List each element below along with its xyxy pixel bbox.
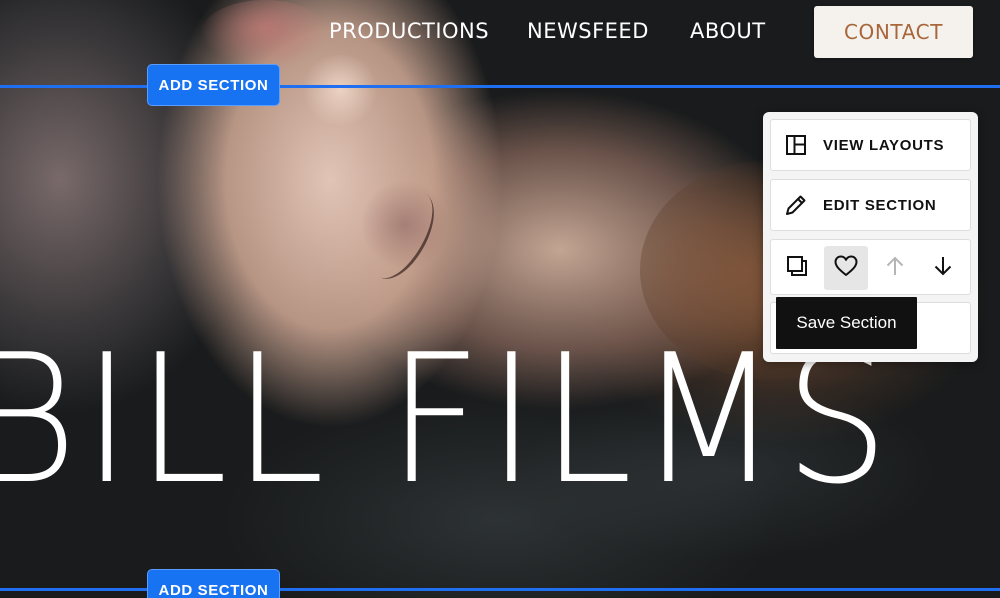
edit-section-button[interactable]: EDIT SECTION	[770, 179, 971, 231]
layout-icon	[784, 133, 808, 157]
nav-link-about[interactable]: ABOUT	[690, 19, 766, 45]
arrow-down-icon	[932, 255, 954, 282]
view-layouts-label: VIEW LAYOUTS	[823, 136, 945, 154]
duplicate-icon	[785, 254, 809, 283]
move-section-down-button[interactable]	[921, 246, 965, 290]
nav-link-productions[interactable]: PRODUCTIONS	[329, 19, 489, 45]
move-section-up-button[interactable]	[873, 246, 917, 290]
heart-icon	[833, 254, 859, 283]
save-section-button[interactable]	[824, 246, 868, 290]
section-action-row	[770, 239, 971, 295]
duplicate-section-button[interactable]	[775, 246, 819, 290]
save-section-tooltip: Save Section	[776, 297, 917, 349]
add-section-button-bottom[interactable]: ADD SECTION	[147, 569, 280, 598]
add-section-button-top[interactable]: ADD SECTION	[147, 64, 280, 106]
contact-button[interactable]: CONTACT	[814, 6, 973, 58]
photo-detail-nose	[300, 55, 380, 125]
arrow-up-icon	[884, 255, 906, 282]
photo-detail-lips	[200, 0, 330, 70]
view-layouts-button[interactable]: VIEW LAYOUTS	[770, 119, 971, 171]
pencil-icon	[784, 193, 808, 217]
hero-title: BILL FILMS	[0, 316, 895, 523]
nav-link-newsfeed[interactable]: NEWSFEED	[527, 19, 649, 45]
edit-section-label: EDIT SECTION	[823, 196, 937, 214]
